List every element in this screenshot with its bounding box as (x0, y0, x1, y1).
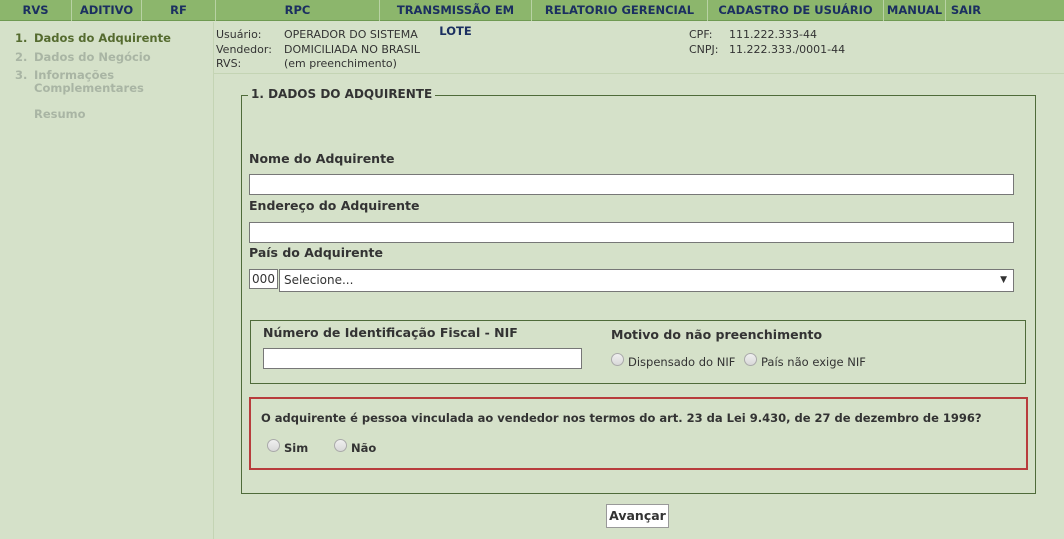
step-label: Dados do Negócio (34, 50, 151, 64)
top-nav: RVS ADITIVO RF RPC TRANSMISSÃO EM LOTE R… (0, 0, 1064, 38)
cnpj-label: CNPJ: (689, 42, 719, 56)
rvs-value: (em preenchimento) (284, 57, 397, 70)
radio-pais-nao-exige-nif[interactable] (744, 353, 757, 366)
vinculo-box: O adquirente é pessoa vinculada ao vende… (249, 397, 1028, 470)
cpf-value: 111.222.333-44 (729, 28, 817, 41)
nif-input[interactable] (263, 348, 582, 369)
step-label-line2: Complementares (34, 81, 144, 95)
pais-select[interactable]: Selecione... ▼ (279, 269, 1014, 292)
header-divider (214, 73, 1064, 74)
step-number: 3. (15, 68, 28, 82)
endereco-label: Endereço do Adquirente (249, 198, 420, 213)
radio-dispensado-nif[interactable] (611, 353, 624, 366)
pais-selected-value: Selecione... (284, 273, 354, 287)
nif-label: Número de Identificação Fiscal - NIF (263, 325, 518, 340)
nav-aditivo[interactable]: ADITIVO (72, 0, 142, 21)
nome-input[interactable] (249, 174, 1014, 195)
nav-cadastro-de-usuario[interactable]: CADASTRO DE USUÁRIO (708, 0, 884, 21)
step-number: 1. (15, 31, 28, 45)
cnpj-value: 11.222.333./0001-44 (729, 42, 846, 56)
pais-code-input[interactable]: 000 (249, 269, 278, 289)
vendedor-label: Vendedor: (216, 42, 272, 56)
usuario-label: Usuário: (216, 28, 262, 41)
cpf-label: CPF: (689, 28, 713, 41)
nav-manual[interactable]: MANUAL (884, 0, 946, 21)
motivo-label: Motivo do não preenchimento (611, 327, 823, 342)
avancar-button[interactable]: Avançar (606, 504, 669, 528)
nav-sair[interactable]: SAIR (946, 0, 986, 21)
radio-sim[interactable] (267, 439, 280, 452)
radio-nao-label: Não (351, 441, 377, 455)
nav-rf[interactable]: RF (142, 0, 216, 21)
endereco-input[interactable] (249, 222, 1014, 243)
rvs-label: RVS: (216, 57, 242, 70)
radio-dispensado-nif-label: Dispensado do NIF (628, 355, 736, 369)
fieldset-legend: 1. DADOS DO ADQUIRENTE (248, 87, 436, 101)
step-number: 2. (15, 50, 28, 64)
nav-rpc[interactable]: RPC (216, 0, 380, 21)
pais-label: País do Adquirente (249, 245, 383, 260)
radio-pais-nao-exige-nif-label: País não exige NIF (761, 355, 866, 369)
nav-relatorio-gerencial[interactable]: RELATORIO GERENCIAL (532, 0, 708, 21)
radio-nao[interactable] (334, 439, 347, 452)
radio-sim-label: Sim (284, 441, 309, 455)
sidebar (0, 22, 214, 539)
usuario-value: OPERADOR DO SISTEMA (284, 28, 418, 41)
nome-label: Nome do Adquirente (249, 151, 395, 166)
nav-transmissao-em-lote[interactable]: TRANSMISSÃO EM LOTE (380, 0, 532, 38)
step-label: Resumo (34, 107, 86, 121)
step-label: Dados do Adquirente (34, 31, 171, 45)
vendedor-value: DOMICILIADA NO BRASIL (284, 42, 420, 56)
chevron-down-icon: ▼ (1000, 275, 1007, 285)
vinculo-question: O adquirente é pessoa vinculada ao vende… (261, 411, 982, 425)
nav-rvs[interactable]: RVS (0, 0, 72, 21)
